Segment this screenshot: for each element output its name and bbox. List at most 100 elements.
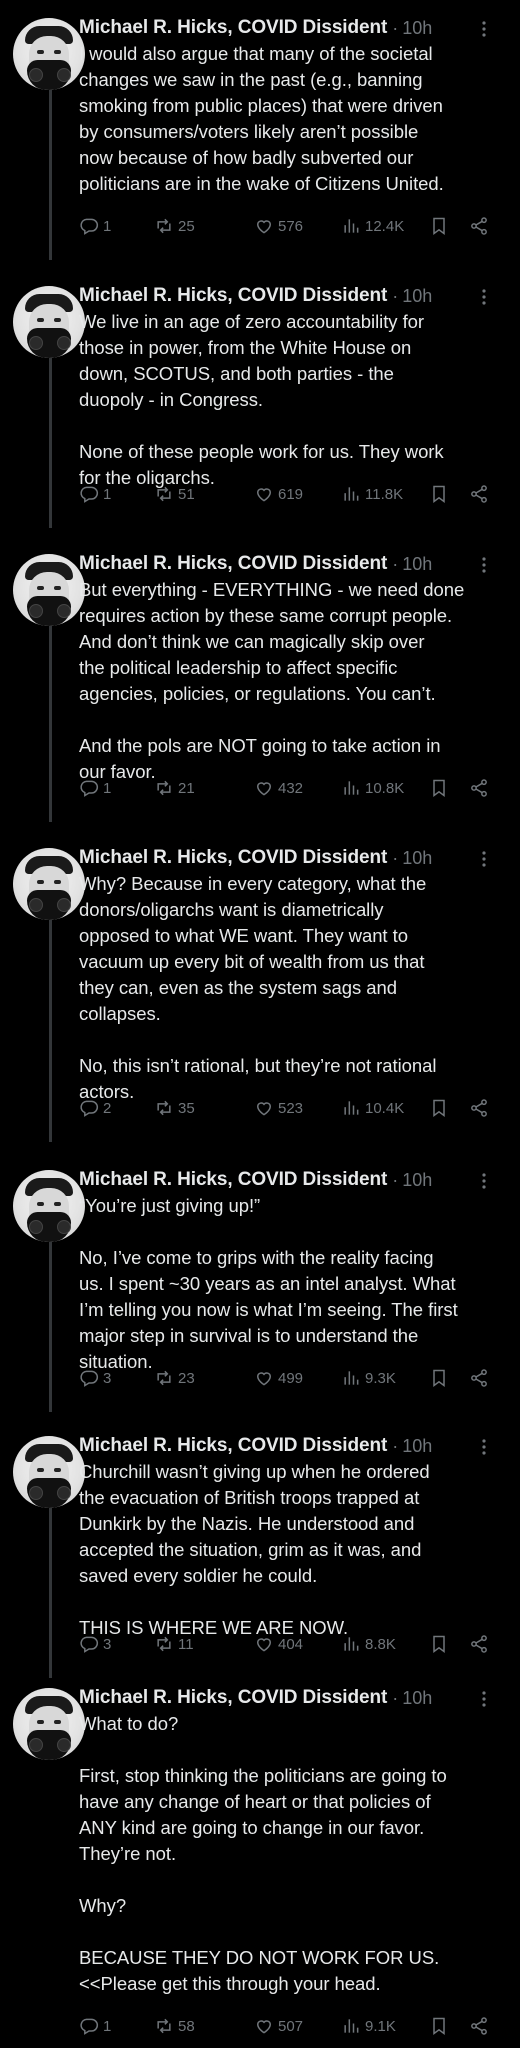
bookmark-button[interactable] xyxy=(429,1366,453,1390)
more-options-icon[interactable] xyxy=(474,19,494,39)
views-count: 12.4K xyxy=(365,217,405,235)
timestamp[interactable]: 10h xyxy=(402,18,432,39)
repost-count: 23 xyxy=(178,1369,195,1387)
author-name[interactable]: Michael R. Hicks, COVID Dissident xyxy=(79,847,387,869)
author-name[interactable]: Michael R. Hicks, COVID Dissident xyxy=(79,1435,387,1457)
share-button[interactable] xyxy=(469,1366,493,1390)
reply-count: 3 xyxy=(103,1635,112,1653)
more-options-icon[interactable] xyxy=(474,849,494,869)
repost-button[interactable]: 23 xyxy=(154,1366,195,1390)
like-button[interactable]: 499 xyxy=(254,1366,303,1390)
share-button[interactable] xyxy=(469,482,493,506)
avatar[interactable] xyxy=(13,1170,85,1242)
author-name[interactable]: Michael R. Hicks, COVID Dissident xyxy=(79,17,387,39)
more-options-icon[interactable] xyxy=(474,1437,494,1457)
reply-icon xyxy=(80,486,99,503)
views-button[interactable]: 9.1K xyxy=(341,2014,396,2038)
tweet-text: “You’re just giving up!” No, I’ve come t… xyxy=(79,1195,458,1372)
share-button[interactable] xyxy=(469,1632,493,1656)
repost-button[interactable]: 35 xyxy=(154,1096,195,1120)
action-bar: 1 25 576 12.4K xyxy=(79,214,504,238)
bookmark-button[interactable] xyxy=(429,1096,453,1120)
views-button[interactable]: 10.4K xyxy=(341,1096,404,1120)
like-button[interactable]: 507 xyxy=(254,2014,303,2038)
share-button[interactable] xyxy=(469,2014,493,2038)
tweet[interactable]: Michael R. Hicks, COVID Dissident · 10h … xyxy=(0,550,520,816)
reply-button[interactable]: 1 xyxy=(79,214,111,238)
tweet[interactable]: Michael R. Hicks, COVID Dissident · 10h … xyxy=(0,14,520,254)
separator: · xyxy=(392,285,399,306)
avatar[interactable] xyxy=(13,554,85,626)
reply-button[interactable]: 1 xyxy=(79,2014,111,2038)
views-button[interactable]: 9.3K xyxy=(341,1366,396,1390)
share-button[interactable] xyxy=(469,214,493,238)
like-button[interactable]: 619 xyxy=(254,482,303,506)
tweet-text: I would also argue that many of the soci… xyxy=(79,43,444,194)
reply-count: 2 xyxy=(103,1099,112,1117)
reply-button[interactable]: 2 xyxy=(79,1096,111,1120)
like-count: 576 xyxy=(278,217,304,235)
bookmark-button[interactable] xyxy=(429,776,453,800)
reply-button[interactable]: 3 xyxy=(79,1366,111,1390)
tweet[interactable]: Michael R. Hicks, COVID Dissident · 10h … xyxy=(0,1166,520,1406)
timestamp[interactable]: 10h xyxy=(402,1436,432,1457)
bookmark-button[interactable] xyxy=(429,1632,453,1656)
avatar[interactable] xyxy=(13,848,85,920)
avatar[interactable] xyxy=(13,1436,85,1508)
avatar[interactable] xyxy=(13,1688,85,1760)
timestamp[interactable]: 10h xyxy=(402,554,432,575)
timestamp[interactable]: 10h xyxy=(402,848,432,869)
views-icon xyxy=(344,219,359,233)
reply-icon xyxy=(80,218,99,235)
like-button[interactable]: 576 xyxy=(254,214,303,238)
author-name[interactable]: Michael R. Hicks, COVID Dissident xyxy=(79,553,387,575)
timestamp[interactable]: 10h xyxy=(402,1688,432,1709)
views-button[interactable]: 11.8K xyxy=(341,482,403,506)
author-name[interactable]: Michael R. Hicks, COVID Dissident xyxy=(79,1687,387,1709)
reply-count: 3 xyxy=(103,1369,112,1387)
reply-button[interactable]: 1 xyxy=(79,776,111,800)
timestamp[interactable]: 10h xyxy=(402,1170,432,1191)
bookmark-button[interactable] xyxy=(429,214,453,238)
tweet[interactable]: Michael R. Hicks, COVID Dissident · 10h … xyxy=(0,1684,520,2038)
like-button[interactable]: 404 xyxy=(254,1632,303,1656)
avatar[interactable] xyxy=(13,286,85,358)
tweet[interactable]: Michael R. Hicks, COVID Dissident · 10h … xyxy=(0,282,520,522)
author-name[interactable]: Michael R. Hicks, COVID Dissident xyxy=(79,285,387,307)
repost-button[interactable]: 58 xyxy=(154,2014,195,2038)
reply-button[interactable]: 3 xyxy=(79,1632,111,1656)
views-button[interactable]: 12.4K xyxy=(341,214,404,238)
share-icon xyxy=(471,1099,487,1117)
more-options-icon[interactable] xyxy=(474,287,494,307)
repost-icon xyxy=(157,780,171,796)
share-button[interactable] xyxy=(469,776,493,800)
avatar[interactable] xyxy=(13,18,85,90)
tweet[interactable]: Michael R. Hicks, COVID Dissident · 10h … xyxy=(0,1432,520,1672)
repost-button[interactable]: 11 xyxy=(154,1632,194,1656)
tweet[interactable]: Michael R. Hicks, COVID Dissident · 10h … xyxy=(0,844,520,1136)
tweet-text: Why? Because in every category, what the… xyxy=(79,873,437,1102)
share-button[interactable] xyxy=(469,1096,493,1120)
views-count: 9.1K xyxy=(365,2017,396,2035)
like-button[interactable]: 523 xyxy=(254,1096,303,1120)
heart-icon xyxy=(256,782,272,796)
bookmark-button[interactable] xyxy=(429,482,453,506)
more-options-icon[interactable] xyxy=(474,1689,494,1709)
repost-button[interactable]: 25 xyxy=(154,214,195,238)
bookmark-button[interactable] xyxy=(429,2014,453,2038)
views-icon xyxy=(344,487,359,501)
reply-count: 1 xyxy=(103,217,112,235)
timestamp[interactable]: 10h xyxy=(402,286,432,307)
more-options-icon[interactable] xyxy=(474,1171,494,1191)
action-bar: 1 21 432 10.8K xyxy=(79,776,504,800)
reply-button[interactable]: 1 xyxy=(79,482,111,506)
repost-button[interactable]: 51 xyxy=(154,482,195,506)
author-name[interactable]: Michael R. Hicks, COVID Dissident xyxy=(79,1169,387,1191)
repost-button[interactable]: 21 xyxy=(154,776,195,800)
views-button[interactable]: 8.8K xyxy=(341,1632,396,1656)
repost-icon xyxy=(157,486,171,502)
more-options-icon[interactable] xyxy=(474,555,494,575)
views-button[interactable]: 10.8K xyxy=(341,776,404,800)
heart-icon xyxy=(256,1102,272,1116)
like-button[interactable]: 432 xyxy=(254,776,303,800)
